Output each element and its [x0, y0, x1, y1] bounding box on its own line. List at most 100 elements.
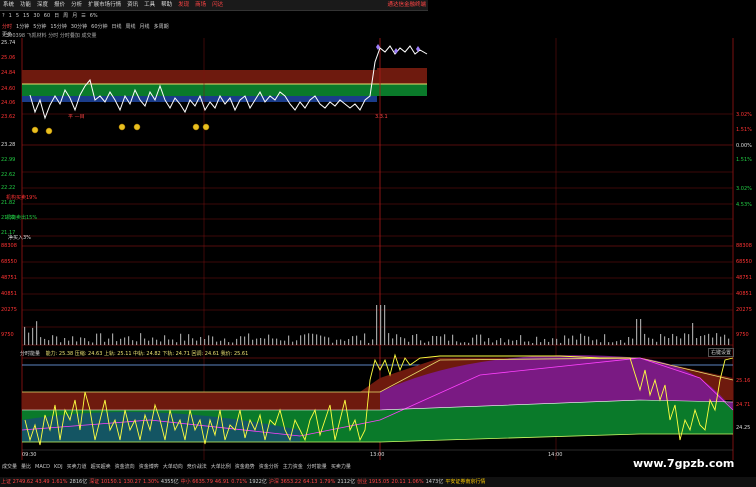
intraday-chart: 平 —目 3.3.1 — [21, 38, 734, 460]
volume-bar — [704, 335, 706, 345]
volume-bar — [480, 334, 482, 345]
volume-bar — [624, 342, 626, 345]
volume-bar — [116, 341, 118, 345]
volume-bar — [164, 335, 166, 345]
volume-bar — [304, 334, 306, 345]
volume-bar — [188, 334, 190, 345]
indicator-tab[interactable]: 大单比例 — [209, 462, 233, 472]
volume-bar — [608, 342, 610, 345]
red-band — [22, 70, 377, 84]
status-item: 沪深 3653.22 — [268, 479, 302, 485]
indicator-tab[interactable]: 买卖力量 — [329, 462, 353, 472]
status-item: 130.27 — [123, 479, 142, 485]
indicator-tab[interactable]: 资金分析 — [257, 462, 281, 472]
indicator-values: 能力: 25.38 压缩: 24.63 上轨: 25.11 中轨: 24.82 … — [45, 351, 249, 357]
indicator-tab[interactable]: 资金流向 — [113, 462, 137, 472]
volume-bar — [176, 342, 178, 345]
indicator-name: 分时能量 — [20, 351, 41, 357]
volume-bar — [400, 337, 402, 345]
volume-bar — [168, 339, 170, 345]
volume-bar — [148, 340, 150, 345]
volume-bar — [364, 333, 366, 345]
indicator-tab[interactable]: 买卖力道 — [65, 462, 89, 472]
volume-bar — [96, 333, 98, 345]
volume-bar — [536, 336, 538, 345]
volume-bar — [308, 333, 310, 345]
volume-bar — [676, 336, 678, 345]
volume-bar — [724, 334, 726, 345]
volume-bar — [468, 342, 470, 345]
indicator-tab[interactable]: 大单动向 — [161, 462, 185, 472]
volume-bar — [376, 305, 378, 345]
volume-bar — [596, 339, 598, 345]
volume-bar — [692, 323, 694, 345]
label-institution-sell: 机构卖出15% — [6, 215, 38, 221]
volume-bar — [128, 336, 130, 345]
volume-bar — [708, 333, 710, 345]
volume-bar — [392, 338, 394, 345]
volume-bar — [112, 333, 114, 345]
volume-bar — [172, 339, 174, 345]
price-bands — [22, 68, 427, 102]
volume-bar — [636, 319, 638, 345]
volume-bar — [144, 338, 146, 345]
volume-bar — [320, 335, 322, 345]
volume-bar — [588, 336, 590, 345]
indicator-tab[interactable]: 主力资金 — [281, 462, 305, 472]
volume-bar — [268, 334, 270, 345]
volume-bar — [208, 335, 210, 345]
volume-bar — [556, 338, 558, 345]
volume-bar — [192, 338, 194, 345]
indicator-tab[interactable]: 量比 — [19, 462, 33, 472]
volume-bar — [88, 341, 90, 345]
indicator-settings-button[interactable]: 右键设置 — [708, 348, 735, 357]
volume-bar — [632, 338, 634, 345]
volume-bar — [664, 336, 666, 345]
indicator-tab[interactable]: MACD — [33, 462, 52, 472]
status-item: 1922亿 — [249, 479, 267, 485]
volume-bar — [228, 342, 230, 345]
volume-bar — [312, 333, 314, 345]
volume-bar — [528, 341, 530, 345]
indicator-tab[interactable]: 成交量 — [0, 462, 19, 472]
gridlines — [22, 113, 733, 346]
volume-bar — [504, 342, 506, 345]
volume-bar — [388, 333, 390, 345]
indicator-tab[interactable]: 资金趋势 — [233, 462, 257, 472]
volume-bar — [600, 342, 602, 345]
volume-bar — [300, 335, 302, 345]
volume-bar — [628, 336, 630, 345]
volume-bar — [292, 341, 294, 345]
volume-bar — [548, 341, 550, 345]
indicator-tab[interactable]: 超买超卖 — [89, 462, 113, 472]
volume-bar — [252, 339, 254, 345]
volume-bar — [672, 333, 674, 345]
status-item: 64.13 — [303, 479, 318, 485]
volume-bar — [484, 341, 486, 345]
volume-bar — [604, 334, 606, 345]
indicator-tab[interactable]: KDJ — [52, 462, 65, 472]
volume-bar — [288, 335, 290, 345]
volume-bar — [500, 338, 502, 345]
indicator-tab[interactable]: 竞价战法 — [185, 462, 209, 472]
volume-bar — [368, 342, 370, 345]
volume-bar — [428, 341, 430, 345]
volume-bar — [24, 326, 26, 345]
status-item: 1.79% — [319, 479, 336, 485]
status-item: 上证 2749.62 — [1, 479, 34, 485]
volume-bar — [580, 333, 582, 345]
volume-bar — [220, 340, 222, 345]
volume-bar — [224, 338, 226, 345]
indicator-tab[interactable]: 分时能量 — [305, 462, 329, 472]
volume-bar — [296, 340, 298, 345]
volume-bar — [652, 338, 654, 345]
status-item: 2112亿 — [337, 479, 356, 485]
status-item: 创业 1915.05 — [357, 479, 390, 485]
indicator-tab[interactable]: 资金博弈 — [137, 462, 161, 472]
volume-bar — [344, 340, 346, 345]
volume-bar — [100, 333, 102, 345]
status-item: 平安证券南京行情 — [445, 479, 486, 485]
volume-bar — [488, 338, 490, 345]
volume-bar — [532, 342, 534, 345]
volume-bar — [432, 335, 434, 345]
